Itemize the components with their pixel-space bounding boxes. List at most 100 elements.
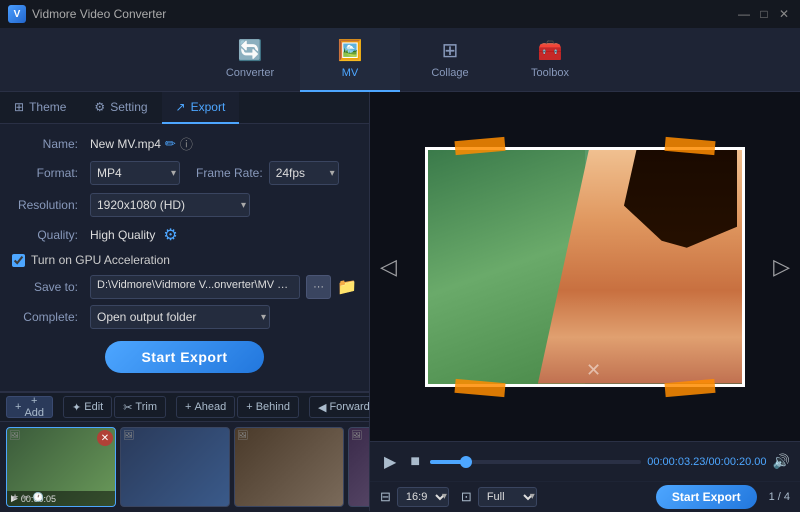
toolbox-icon: 🧰 (538, 38, 563, 63)
gpu-checkbox[interactable] (12, 254, 25, 267)
clip-2-icons: 🖼 (123, 430, 134, 441)
clip-1-bottom-icons: ★ ✂ 🕐 (11, 492, 44, 503)
zoom-icon: ⊡ (461, 489, 472, 505)
tab-mv[interactable]: 🖼️ MV (300, 28, 400, 92)
quality-value-wrap: High Quality ⚙ (90, 225, 178, 245)
clip-2-image-icon: 🖼 (123, 430, 134, 441)
start-export-right-button[interactable]: Start Export (656, 485, 757, 509)
play-button[interactable]: ▶ (380, 450, 400, 474)
clip-1-close[interactable]: ✕ (97, 430, 113, 446)
aspect-ratio-icon: ⊟ (380, 489, 391, 505)
saveto-dots-button[interactable]: ··· (306, 275, 331, 299)
titlebar: V Vidmore Video Converter — □ ✕ (0, 0, 800, 28)
clip-item-2[interactable]: 🖼 (120, 427, 230, 507)
preview-frame (425, 147, 745, 387)
complete-select[interactable]: Open output folderDo nothingShut down (90, 305, 270, 329)
start-export-left-button[interactable]: Start Export (105, 341, 263, 373)
clip-3-icons: 🖼 (237, 430, 248, 441)
export-icon: ↗ (176, 100, 186, 114)
close-button[interactable]: ✕ (776, 6, 792, 22)
prev-arrow-icon[interactable]: ◁ (380, 254, 397, 280)
page-count: 1 / 4 (769, 491, 790, 503)
saveto-folder-icon[interactable]: 📁 (337, 277, 357, 297)
maximize-button[interactable]: □ (756, 6, 772, 22)
subtab-export-label: Export (191, 100, 226, 114)
minimize-button[interactable]: — (736, 6, 752, 22)
time-display: 00:00:03.23/00:00:20.00 (647, 456, 766, 468)
clip-item-1[interactable]: ✕ 🖼 ▶ 00:00:05 ★ ✂ 🕐 (6, 427, 116, 507)
app-icon: V (8, 5, 26, 23)
ratio-select[interactable]: 16:94:31:19:16 (397, 487, 449, 507)
progress-bar[interactable] (430, 460, 641, 464)
app-title: Vidmore Video Converter (32, 7, 730, 21)
theme-icon: ⊞ (14, 100, 24, 114)
saveto-label: Save to: (12, 280, 84, 294)
format-select[interactable]: MP4AVIMOV (90, 161, 180, 185)
next-arrow-icon[interactable]: ▷ (773, 254, 790, 280)
volume-icon[interactable]: 🔊 (773, 453, 790, 470)
framerate-select[interactable]: 24fps30fps60fps (269, 161, 339, 185)
converter-icon: 🔄 (238, 38, 263, 63)
mv-icon: 🖼️ (338, 38, 363, 63)
complete-row: Complete: Open output folderDo nothingSh… (12, 305, 357, 329)
preview-area: ◁ ▷ ✕ (370, 92, 800, 441)
tab-toolbox-label: Toolbox (531, 67, 569, 79)
ratio-select-wrap: 16:94:31:19:16 ▾ (397, 487, 449, 507)
format-row: Format: MP4AVIMOV ▾ Frame Rate: 24fps30f… (12, 161, 357, 185)
name-value: New MV.mp4 (90, 137, 161, 151)
add-button[interactable]: + + Add (6, 396, 53, 418)
subtab-export[interactable]: ↗ Export (162, 92, 240, 124)
main-layout: ⊞ Theme ⚙ Setting ↗ Export Name: New MV.… (0, 92, 800, 511)
framerate-label: Frame Rate: (196, 166, 263, 180)
clip-image-icon: 🖼 (9, 430, 20, 441)
tab-converter[interactable]: 🔄 Converter (200, 28, 300, 92)
forward-icon: ◀ (318, 401, 326, 414)
edit-button[interactable]: ✦ Edit (63, 396, 112, 418)
stop-button[interactable]: ■ (406, 451, 424, 473)
clip-1-icons: 🖼 (9, 430, 20, 441)
photo-preview (425, 147, 745, 387)
resolution-label: Resolution: (12, 198, 84, 212)
subtab-setting[interactable]: ⚙ Setting (80, 92, 161, 124)
complete-select-wrap: Open output folderDo nothingShut down ▾ (90, 305, 270, 329)
tab-collage-label: Collage (431, 67, 468, 79)
subtab-theme[interactable]: ⊞ Theme (0, 92, 80, 124)
zoom-select[interactable]: Full50%75%100% (478, 487, 537, 507)
resolution-select-wrap: 1920x1080 (HD)1280x720 (HD)3840x2160 (4K… (90, 193, 250, 217)
quality-gear-icon[interactable]: ⚙ (163, 225, 177, 245)
behind-button[interactable]: + Behind (237, 396, 299, 418)
sub-tabs: ⊞ Theme ⚙ Setting ↗ Export (0, 92, 369, 124)
close-preview-icon[interactable]: ✕ (586, 360, 601, 381)
framerate-select-wrap: 24fps30fps60fps ▾ (269, 161, 339, 185)
gpu-row: Turn on GPU Acceleration (12, 253, 357, 267)
trim-button[interactable]: ✂ Trim (114, 396, 166, 418)
info-icon[interactable]: ⓘ (180, 134, 193, 153)
gpu-label: Turn on GPU Acceleration (31, 253, 170, 267)
collage-icon: ⊞ (442, 38, 459, 63)
forward-button[interactable]: ◀ Forward (309, 396, 379, 418)
behind-icon: + (246, 401, 252, 413)
playback-controls: ▶ ■ 00:00:03.23/00:00:20.00 🔊 (370, 441, 800, 481)
trim-icon: ✂ (123, 401, 132, 414)
clip-item-3[interactable]: 🖼 (234, 427, 344, 507)
export-panel: Name: New MV.mp4 ✏ ⓘ Format: MP4AVIMOV ▾… (0, 124, 369, 391)
left-panel: ⊞ Theme ⚙ Setting ↗ Export Name: New MV.… (0, 92, 370, 511)
add-icon: + (15, 401, 21, 413)
tab-toolbox[interactable]: 🧰 Toolbox (500, 28, 600, 92)
subtab-theme-label: Theme (29, 100, 66, 114)
timeline-toolbar: + + Add ✦ Edit ✂ Trim + Ahead (0, 392, 369, 422)
ahead-icon: + (185, 401, 191, 413)
tab-collage[interactable]: ⊞ Collage (400, 28, 500, 92)
resolution-select[interactable]: 1920x1080 (HD)1280x720 (HD)3840x2160 (4K… (90, 193, 250, 217)
edit-tool-icon: ✦ (72, 401, 81, 414)
quality-row: Quality: High Quality ⚙ (12, 225, 357, 245)
edit-name-icon[interactable]: ✏ (165, 136, 176, 152)
quality-value: High Quality (90, 228, 155, 242)
ahead-button[interactable]: + Ahead (176, 396, 235, 418)
name-label: Name: (12, 137, 84, 151)
setting-icon: ⚙ (94, 100, 105, 114)
clip-4-icons: 🖼 (351, 430, 362, 441)
name-field-wrap: New MV.mp4 ✏ ⓘ (90, 134, 193, 153)
window-controls: — □ ✕ (736, 6, 792, 22)
clip-item-4[interactable]: 🖼 (348, 427, 369, 507)
